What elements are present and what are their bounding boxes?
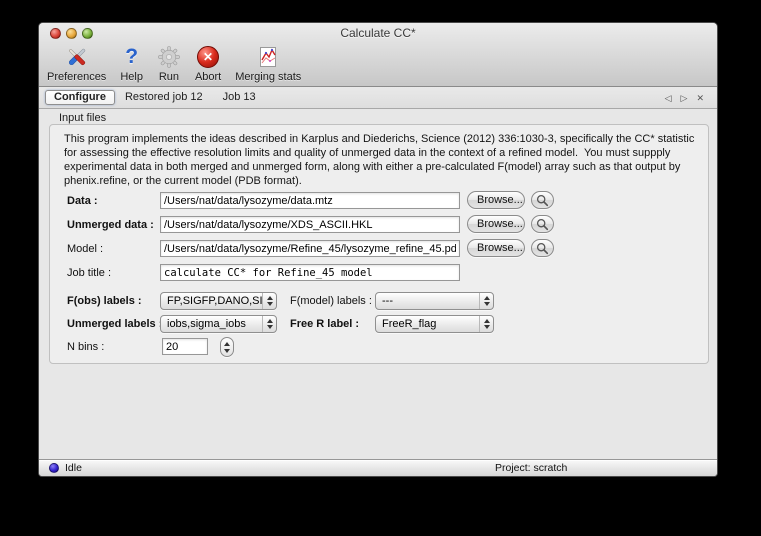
selected-value: iobs,sigma_iobs <box>167 318 246 330</box>
toolbar-label: Help <box>120 71 143 83</box>
window-chrome: Calculate CC* Preferences ? Help Run ✕ A… <box>39 23 717 87</box>
unmerged-data-label: Unmerged data : <box>67 219 154 231</box>
browse-data-button[interactable]: Browse... <box>467 191 525 209</box>
job-title-input[interactable] <box>160 264 460 281</box>
status-orb-icon <box>49 463 59 473</box>
tab-scroll-left-icon[interactable]: ◁ <box>665 93 672 103</box>
n-bins-stepper[interactable] <box>220 337 234 357</box>
magnifier-icon <box>536 218 549 230</box>
toolbar: Preferences ? Help Run ✕ Abort Merging s… <box>47 44 301 83</box>
toolbar-item-help[interactable]: ? Help <box>120 44 143 83</box>
model-row: Model : Browse... <box>50 239 708 260</box>
tab-configure[interactable]: Configure <box>45 90 115 105</box>
selected-value: FP,SIGFP,DANO,SI... <box>167 295 262 307</box>
tab-job-13[interactable]: Job 13 <box>213 90 266 105</box>
magnifier-icon <box>536 194 549 206</box>
popup-arrows-icon <box>262 316 276 332</box>
title-bar[interactable]: Calculate CC* <box>39 23 717 43</box>
data-row: Data : Browse... <box>50 191 708 212</box>
toolbar-label: Merging stats <box>235 71 302 83</box>
model-label: Model : <box>67 243 104 255</box>
unmerged-labels-row: Unmerged labels : iobs,sigma_iobs Free R… <box>50 315 708 335</box>
tab-bar: Configure Restored job 12 Job 13 ◁ ▷ ✕ <box>39 87 717 109</box>
n-bins-row: N bins : <box>50 337 708 358</box>
obs-labels-row: F(obs) labels : FP,SIGFP,DANO,SI... F(mo… <box>50 292 708 312</box>
job-title-label: Job title : <box>67 267 112 279</box>
n-bins-label: N bins : <box>67 341 105 353</box>
browse-unmerged-data-button[interactable]: Browse... <box>467 215 525 233</box>
tools-icon <box>65 44 89 70</box>
free-r-label-select[interactable]: FreeR_flag <box>375 315 494 333</box>
inspect-data-button[interactable] <box>531 191 554 209</box>
section-label: Input files <box>59 112 107 124</box>
fmodel-labels-label: F(model) labels : <box>290 295 372 307</box>
tab-restored-job-12[interactable]: Restored job 12 <box>115 90 213 105</box>
toolbar-label: Run <box>158 71 180 83</box>
gear-icon <box>157 44 181 70</box>
status-text: Idle <box>65 462 82 474</box>
toolbar-label: Preferences <box>47 71 107 83</box>
popup-arrows-icon <box>479 316 493 332</box>
model-file-input[interactable] <box>160 240 460 257</box>
toolbar-label: Abort <box>194 71 222 83</box>
chart-icon <box>258 44 278 70</box>
unmerged-data-file-input[interactable] <box>160 216 460 233</box>
program-description: This program implements the ideas descri… <box>64 133 698 187</box>
selected-value: --- <box>382 295 393 307</box>
popup-arrows-icon <box>262 293 276 309</box>
status-bar: Idle Project: scratch <box>39 459 717 476</box>
tab-scroll-right-icon[interactable]: ▷ <box>681 93 688 103</box>
selected-value: FreeR_flag <box>382 318 437 330</box>
fobs-labels-label: F(obs) labels : <box>67 295 142 307</box>
fmodel-labels-select[interactable]: --- <box>375 292 494 310</box>
tab-close-icon[interactable]: ✕ <box>696 93 704 103</box>
data-file-input[interactable] <box>160 192 460 209</box>
toolbar-item-run[interactable]: Run <box>157 44 181 83</box>
app-window: Calculate CC* Preferences ? Help Run ✕ A… <box>38 22 718 477</box>
unmerged-data-row: Unmerged data : Browse... <box>50 215 708 236</box>
job-title-row: Job title : <box>50 264 708 284</box>
n-bins-input[interactable] <box>162 338 208 355</box>
inspect-model-button[interactable] <box>531 239 554 257</box>
magnifier-icon <box>536 242 549 254</box>
main-panel: Input files This program implements the … <box>39 109 717 459</box>
fobs-labels-select[interactable]: FP,SIGFP,DANO,SI... <box>160 292 277 310</box>
popup-arrows-icon <box>479 293 493 309</box>
data-label: Data : <box>67 195 98 207</box>
free-r-label-label: Free R label : <box>290 318 360 330</box>
toolbar-item-abort[interactable]: ✕ Abort <box>195 44 221 83</box>
toolbar-item-merging-stats[interactable]: Merging stats <box>235 44 301 83</box>
unmerged-labels-select[interactable]: iobs,sigma_iobs <box>160 315 277 333</box>
browse-model-button[interactable]: Browse... <box>467 239 525 257</box>
input-files-groupbox: This program implements the ideas descri… <box>49 124 709 364</box>
project-label: Project: scratch <box>495 462 568 474</box>
stop-x-icon: ✕ <box>197 44 220 70</box>
unmerged-labels-label: Unmerged labels : <box>67 318 163 330</box>
inspect-unmerged-data-button[interactable] <box>531 215 554 233</box>
window-title: Calculate CC* <box>340 26 416 40</box>
toolbar-item-preferences[interactable]: Preferences <box>47 44 106 83</box>
question-icon: ? <box>125 45 139 68</box>
